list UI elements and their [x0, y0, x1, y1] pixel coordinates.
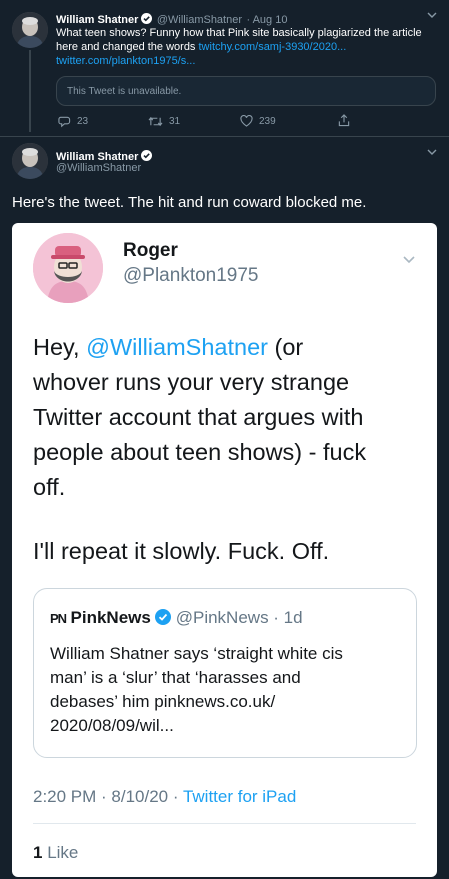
tweet-text-line: people about teen shows) - fuck [33, 439, 367, 465]
roger-name: Roger [123, 240, 178, 261]
plankton-link[interactable]: twitter.com/plankton1975/s... [56, 54, 442, 68]
quoted-author-handle: @PinkNews · 1d [175, 608, 303, 627]
verified-badge-icon [141, 13, 153, 24]
avatar[interactable] [12, 12, 48, 48]
reply-button[interactable]: 23 [58, 115, 88, 128]
tweet-text-fragment: here and changed the words [56, 41, 196, 53]
tweet-text-line: What teen shows? Funny how that Pink sit… [56, 27, 422, 39]
avatar[interactable] [12, 143, 48, 179]
tweet-text-line: here and changed the words twitchy.com/s… [56, 40, 442, 54]
author-handle[interactable]: @WilliamShatner [157, 14, 242, 26]
tweet-text-fragment: (or [267, 334, 304, 360]
tweet-1-text: What teen shows? Funny how that Pink sit… [56, 26, 442, 68]
roger-tweet-text-2: I'll repeat it slowly. Fuck. Off. [33, 538, 330, 564]
like-icon [240, 115, 253, 127]
attached-screenshot-image[interactable]: Roger @Plankton1975 Hey, @WilliamShatner… [12, 223, 437, 877]
tweet-text-fragment: Hey, [33, 334, 87, 360]
author-name[interactable]: William Shatner [56, 14, 138, 26]
reply-count: 23 [77, 116, 89, 127]
chevron-down-icon [402, 249, 416, 270]
reply-icon [58, 116, 71, 128]
retweet-icon [148, 116, 163, 127]
tweet-text-line: off. [33, 474, 66, 500]
like-button[interactable]: 239 [240, 115, 276, 127]
quoted-tweet: PN PinkNews @PinkNews · 1d William Shatn… [33, 588, 417, 758]
mention-williamshatner: @WilliamShatner [86, 334, 268, 360]
tweet-divider [0, 136, 449, 137]
pinknews-logo: PN [50, 611, 67, 626]
roger-avatar [33, 233, 103, 303]
quoted-tweet-text: William Shatner says ‘straight white cis… [50, 642, 410, 738]
tweet-timestamp: 2:20 PM · 8/10/20 · [33, 787, 183, 806]
author-handle[interactable]: @WilliamShatner [56, 162, 141, 174]
retweet-count: 31 [169, 116, 181, 127]
verified-badge-icon [155, 609, 172, 625]
card-divider [33, 823, 416, 824]
tweet-date[interactable]: · Aug 10 [246, 14, 287, 26]
avatar-image [12, 143, 48, 179]
likes-label: Like [42, 843, 79, 862]
quoted-text-line: debases’ him pinknews.co.uk/ [50, 692, 276, 711]
roger-tweet-text: Hey, @WilliamShatner (or whover runs you… [33, 330, 433, 505]
avatar-image [12, 12, 48, 48]
quoted-author-name: PinkNews [70, 608, 151, 627]
chevron-down-icon[interactable] [426, 146, 438, 161]
quoted-text-line: William Shatner says ‘straight white cis [50, 644, 343, 663]
unavailable-text: This Tweet is unavailable. [67, 86, 182, 97]
tweet-text-line: Twitter account that argues with [33, 404, 364, 430]
share-button[interactable] [338, 114, 350, 127]
share-icon [338, 114, 350, 127]
like-count: 239 [259, 115, 276, 127]
quoted-tweet-header: PN PinkNews @PinkNews · 1d [50, 608, 303, 628]
chevron-down-icon[interactable] [426, 9, 438, 24]
roger-like-count: 1 Like [33, 843, 78, 863]
roger-handle: @Plankton1975 [123, 265, 259, 286]
twitchy-link[interactable]: twitchy.com/samj-3930/2020... [199, 41, 347, 53]
quoted-text-line: 2020/08/09/wil... [50, 716, 174, 735]
verified-badge-icon [141, 150, 153, 161]
unavailable-quote-box: This Tweet is unavailable. [56, 76, 436, 106]
retweet-button[interactable]: 31 [148, 115, 180, 128]
roger-tweet-meta: 2:20 PM · 8/10/20 · Twitter for iPad [33, 787, 296, 807]
tweet-text-line: whover runs your very strange [33, 369, 350, 395]
tweet-text-line: Hey, @WilliamShatner (or [33, 330, 433, 365]
thread-connector-line [29, 50, 31, 132]
quoted-text-line: man’ is a ‘slur’ that ‘harasses and [50, 668, 301, 687]
tweet-source: Twitter for iPad [182, 787, 297, 806]
tweet-2-text: Here's the tweet. The hit and run coward… [12, 194, 367, 211]
